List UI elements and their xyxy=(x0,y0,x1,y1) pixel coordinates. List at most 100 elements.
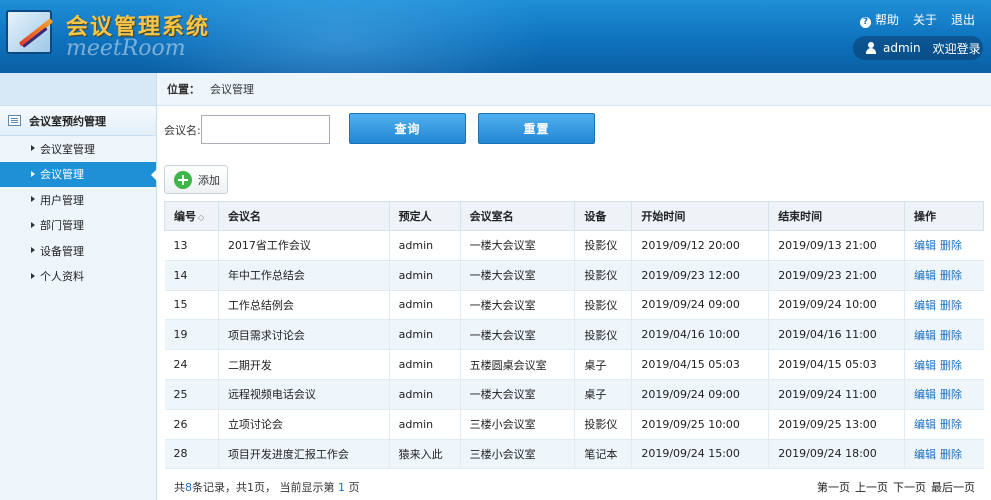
next-page-link[interactable]: 下一页 xyxy=(893,479,926,495)
table-cell: 28 xyxy=(164,438,219,470)
table-cell: admin xyxy=(388,230,461,261)
column-header-label: 操作 xyxy=(914,210,937,223)
caret-right-icon xyxy=(31,170,35,177)
table-cell: 2019/09/25 10:00 xyxy=(631,408,769,440)
sidebar: 会议室预约管理 会议室管理 会议管理 用户管理部门管理设备管理个人资料 xyxy=(0,73,157,500)
sidebar-top-strip xyxy=(0,73,156,106)
table-cell: 投影仪 xyxy=(574,408,632,440)
table-cell: 24 xyxy=(164,349,219,380)
column-header-label: 会议名 xyxy=(227,210,261,223)
meeting-name-input[interactable] xyxy=(200,115,330,144)
pager-current-suffix: 页 xyxy=(348,481,360,494)
help-link[interactable]: ? 帮助 xyxy=(859,11,899,28)
sidebar-item[interactable]: 设备管理 xyxy=(0,238,156,264)
pager-total: 8 xyxy=(185,481,192,494)
table-cell: 一楼大会议室 xyxy=(459,289,575,321)
delete-link[interactable]: 删除 xyxy=(940,359,962,372)
delete-link[interactable]: 删除 xyxy=(940,269,962,282)
table-cell: 2019/04/15 05:03 xyxy=(768,349,905,380)
edit-link[interactable]: 编辑 xyxy=(914,329,936,342)
table-cell: 2019/09/24 15:00 xyxy=(631,438,769,470)
plus-icon xyxy=(174,170,192,189)
sidebar-item-label: 个人资料 xyxy=(40,270,84,284)
table-cell: admin xyxy=(388,349,461,380)
sidebar-item[interactable]: 部门管理 xyxy=(0,213,156,239)
table-cell: 三楼小会议室 xyxy=(459,408,575,440)
about-link[interactable]: 关于 xyxy=(913,11,937,28)
caret-right-icon xyxy=(31,272,35,279)
query-button[interactable]: 查询 xyxy=(349,113,466,144)
edit-link[interactable]: 编辑 xyxy=(914,448,936,461)
table-cell: 二期开发 xyxy=(217,349,390,380)
actions-cell: 编辑 删除 xyxy=(904,230,984,261)
delete-link[interactable]: 删除 xyxy=(940,448,962,461)
table-cell: admin xyxy=(388,378,461,410)
delete-link[interactable]: 删除 xyxy=(940,418,962,431)
edit-link[interactable]: 编辑 xyxy=(914,359,936,372)
table-cell: 19 xyxy=(164,319,219,351)
sort-icon[interactable]: ◇ xyxy=(198,213,204,222)
sidebar-item[interactable]: 会议室管理 xyxy=(0,136,156,162)
list-icon xyxy=(8,115,21,126)
add-button[interactable]: 添加 xyxy=(164,165,228,194)
pager-prefix: 共 xyxy=(174,481,185,494)
caret-right-icon xyxy=(31,196,35,202)
table-cell: 猿来入此 xyxy=(388,438,461,470)
pager-summary: 共8条记录，共1页， 当前显示第 1 页 xyxy=(174,479,360,495)
main-content: 位置： 会议管理 会议名: 查询 重置 添加 编号 ◇ 会议名 预定人 会议室名 设备 开始… xyxy=(157,73,991,500)
table-cell: 立项讨论会 xyxy=(217,408,390,440)
sidebar-item[interactable]: 会议管理 xyxy=(0,161,157,187)
edit-link[interactable]: 编辑 xyxy=(914,299,936,312)
delete-link[interactable]: 删除 xyxy=(940,329,962,342)
table-row: 15 工作总结例会 admin 一楼大会议室 投影仪 2019/09/24 09:00 20… xyxy=(164,289,984,321)
app-subtitle: meetRoom xyxy=(66,36,186,61)
logout-link[interactable]: 退出 xyxy=(951,11,975,28)
edit-link[interactable]: 编辑 xyxy=(914,388,936,401)
edit-link[interactable]: 编辑 xyxy=(914,418,936,431)
delete-link[interactable]: 删除 xyxy=(940,239,962,252)
column-header-label: 会议室名 xyxy=(469,210,514,223)
table-row: 26 立项讨论会 admin 三楼小会议室 投影仪 2019/09/25 10:00 201… xyxy=(164,408,984,440)
sidebar-item[interactable]: 用户管理 xyxy=(0,187,156,213)
column-header[interactable]: 编号 ◇ xyxy=(164,201,219,231)
last-page-link[interactable]: 最后一页 xyxy=(931,479,975,495)
column-header: 预定人 xyxy=(388,201,461,231)
table-cell: 2019/04/16 11:00 xyxy=(768,319,905,351)
table-cell: admin xyxy=(388,319,461,351)
column-header: 结束时间 xyxy=(768,201,906,231)
caret-right-icon xyxy=(31,145,35,151)
table-row: 14 年中工作总结会 admin 一楼大会议室 投影仪 2019/09/23 12:00 2… xyxy=(164,259,984,291)
column-header: 会议室名 xyxy=(459,201,576,231)
table-cell: 一楼大会议室 xyxy=(459,378,575,410)
reset-button[interactable]: 重置 xyxy=(478,113,595,144)
delete-link[interactable]: 删除 xyxy=(940,388,962,401)
table-cell: 桌子 xyxy=(574,378,632,410)
caret-right-icon xyxy=(31,247,35,253)
actions-cell: 编辑 删除 xyxy=(904,408,984,440)
table-cell: 2019/04/16 10:00 xyxy=(631,319,769,351)
edit-link[interactable]: 编辑 xyxy=(914,239,936,252)
table-row: 24 二期开发 admin 五楼圆桌会议室 桌子 2019/04/15 05:03 2019… xyxy=(164,349,984,380)
table-cell: 2019/09/24 11:00 xyxy=(768,378,905,410)
table-cell: 五楼圆桌会议室 xyxy=(459,349,575,380)
sidebar-section-header[interactable]: 会议室预约管理 xyxy=(0,106,156,136)
prev-page-link[interactable]: 上一页 xyxy=(855,479,888,495)
delete-link[interactable]: 删除 xyxy=(940,299,962,312)
table-cell: 工作总结例会 xyxy=(217,289,390,321)
pager-mid: 条记录，共1页， xyxy=(192,481,276,494)
table-cell: 2019/09/13 21:00 xyxy=(768,230,905,261)
sidebar-item-label: 部门管理 xyxy=(40,219,84,233)
actions-cell: 编辑 删除 xyxy=(904,319,984,351)
table-cell: 2019/09/24 18:00 xyxy=(768,438,905,470)
column-header-label: 开始时间 xyxy=(641,210,686,223)
table-cell: 2019/04/15 05:03 xyxy=(631,349,769,380)
welcome-text: 欢迎登录 xyxy=(932,41,981,56)
table-cell: 桌子 xyxy=(574,349,632,380)
table-row: 19 项目需求讨论会 admin 一楼大会议室 投影仪 2019/04/16 10:00 2… xyxy=(164,319,984,351)
actions-cell: 编辑 删除 xyxy=(904,438,984,470)
column-header: 会议名 xyxy=(217,201,390,231)
table-cell: 项目开发进度汇报工作会 xyxy=(217,438,390,470)
first-page-link[interactable]: 第一页 xyxy=(817,479,850,495)
sidebar-item[interactable]: 个人资料 xyxy=(0,264,156,290)
edit-link[interactable]: 编辑 xyxy=(914,269,936,282)
